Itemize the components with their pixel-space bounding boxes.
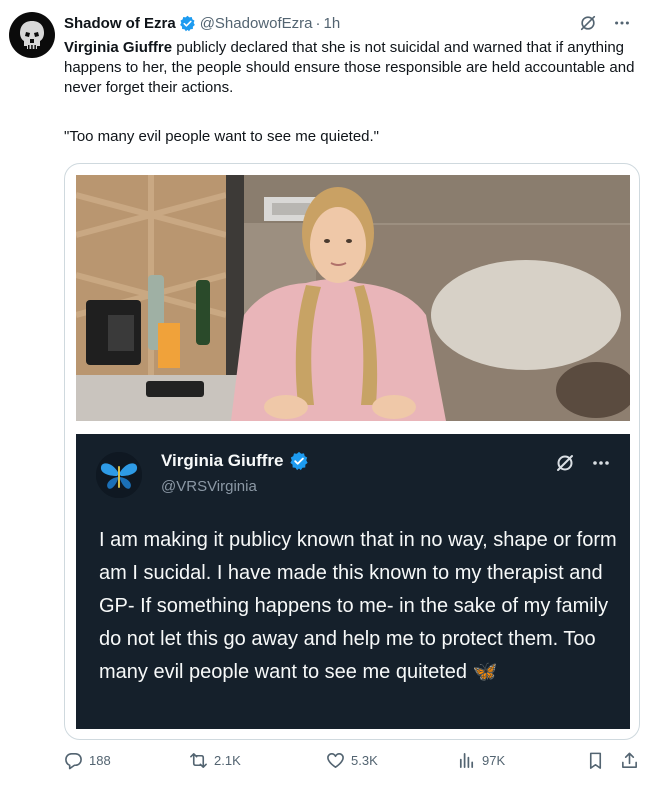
like-button[interactable]: 5.3K [326, 751, 378, 770]
photo[interactable] [76, 175, 630, 421]
more-icon[interactable] [612, 13, 632, 33]
views-icon [459, 752, 474, 768]
embedded-author-name: Virginia Giuffre [161, 451, 284, 470]
skull-icon [20, 21, 44, 49]
more-icon [590, 452, 612, 474]
post-time[interactable]: 1h [323, 15, 340, 32]
verified-badge-icon [179, 15, 195, 31]
views-button[interactable]: 97K [457, 751, 505, 770]
post-header: Shadow of Ezra @ShadowofEzra · 1h [64, 13, 632, 33]
reply-icon [65, 752, 82, 769]
header-actions [578, 13, 632, 33]
embedded-actions [554, 452, 612, 474]
heart-icon [327, 752, 344, 768]
reply-count: 188 [89, 752, 111, 768]
bookmark-button[interactable] [586, 751, 605, 770]
butterfly-emoji: 🦋 [472, 661, 498, 683]
bookmark-icon [589, 752, 602, 769]
author-name[interactable]: Shadow of Ezra [64, 15, 176, 32]
repost-count: 2.1K [214, 752, 241, 768]
share-icon [622, 752, 637, 768]
post-quote: "Too many evil people want to see me qui… [64, 128, 379, 145]
post-text: Virginia Giuffre publicly declared that … [64, 38, 640, 98]
embedded-author-row: Virginia Giuffre [161, 451, 313, 471]
share-button[interactable] [620, 751, 639, 770]
butterfly-icon [96, 452, 142, 498]
embedded-post-body: I am making it publicy known that in no … [99, 529, 617, 683]
repost-icon [190, 752, 207, 768]
grok-icon[interactable] [578, 13, 598, 33]
media-card[interactable]: Virginia Giuffre @VRSVirginia I am makin… [64, 163, 640, 740]
embedded-post-text: I am making it publicy known that in no … [99, 524, 619, 689]
separator: · [315, 14, 321, 32]
butterfly-avatar [96, 452, 142, 498]
mention-virginia-giuffre[interactable]: Virginia Giuffre [64, 39, 172, 56]
author-avatar[interactable] [9, 12, 55, 58]
grok-icon [554, 452, 576, 474]
embedded-post[interactable]: Virginia Giuffre @VRSVirginia I am makin… [76, 434, 630, 729]
reply-button[interactable]: 188 [64, 751, 111, 770]
action-bar: 188 2.1K 5.3K 97K [64, 748, 640, 772]
author-handle[interactable]: @ShadowofEzra [200, 15, 313, 32]
verified-badge-icon [289, 451, 308, 471]
views-count: 97K [482, 752, 506, 768]
post: Shadow of Ezra @ShadowofEzra · 1h Virgin… [0, 0, 652, 800]
repost-button[interactable]: 2.1K [189, 751, 241, 770]
like-count: 5.3K [351, 752, 378, 768]
embedded-author-handle: @VRSVirginia [161, 478, 257, 495]
photo-illustration [76, 175, 630, 421]
